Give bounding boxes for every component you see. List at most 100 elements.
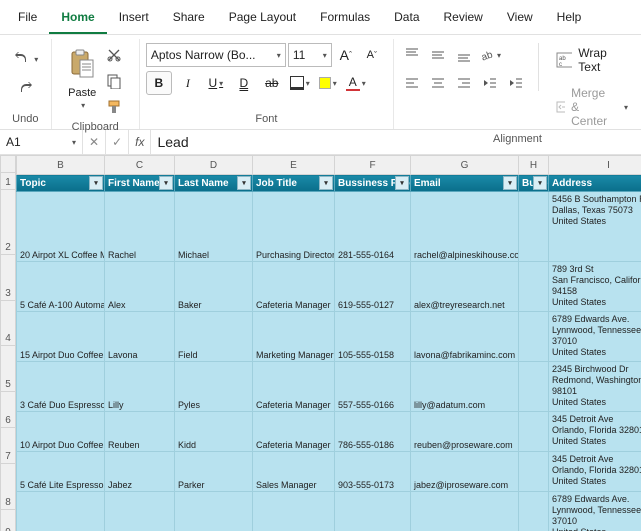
column-header[interactable]: H [519, 156, 549, 175]
table-header-cell[interactable]: Last Name▾ [175, 175, 253, 192]
cell[interactable]: 105-555-0158 [335, 312, 411, 362]
menu-page-layout[interactable]: Page Layout [217, 4, 308, 34]
cell[interactable]: Field [175, 312, 253, 362]
cell[interactable]: 786-555-0186 [335, 412, 411, 452]
italic-button[interactable]: I [176, 71, 200, 95]
cell[interactable]: Asher [175, 492, 253, 531]
row-header[interactable]: 4 [0, 301, 16, 347]
increase-indent-button[interactable] [504, 71, 528, 95]
filter-dropdown-icon[interactable]: ▾ [503, 176, 517, 190]
menu-formulas[interactable]: Formulas [308, 4, 382, 34]
cell[interactable]: Pyles [175, 362, 253, 412]
cell[interactable]: rachel@alpineskihouse.com [411, 192, 519, 262]
cell[interactable]: 5 Café A-100 Automatic [17, 262, 105, 312]
orientation-button[interactable]: ab▾ [478, 43, 502, 67]
cell[interactable]: Rachel [105, 192, 175, 262]
format-painter-button[interactable] [102, 95, 126, 119]
cell[interactable]: 789 3rd StSan Francisco, California94158… [549, 262, 641, 312]
cell[interactable]: Purchasing Director [253, 192, 335, 262]
merge-center-button[interactable]: Merge & Center ▾ [549, 83, 635, 131]
column-header[interactable]: F [335, 156, 411, 175]
menu-help[interactable]: Help [545, 4, 594, 34]
row-header[interactable]: 2 [0, 190, 16, 255]
column-header[interactable]: D [175, 156, 253, 175]
filter-dropdown-icon[interactable]: ▾ [89, 176, 103, 190]
enter-formula-button[interactable]: ✓ [106, 130, 129, 154]
cell[interactable] [519, 492, 549, 531]
font-name-select[interactable]: Aptos Narrow (Bo...▾ [146, 43, 286, 67]
align-bottom-button[interactable] [452, 43, 476, 67]
cell[interactable]: Michael [175, 192, 253, 262]
align-center-button[interactable] [426, 71, 450, 95]
cell[interactable]: Marketing Manager [253, 312, 335, 362]
cell[interactable]: 345 Detroit AveOrlando, Florida 32801Uni… [549, 412, 641, 452]
name-box[interactable]: A1▾ [0, 130, 83, 154]
cell[interactable]: Parker [175, 452, 253, 492]
cell[interactable] [519, 452, 549, 492]
menu-home[interactable]: Home [49, 4, 106, 34]
menu-data[interactable]: Data [382, 4, 431, 34]
cell[interactable]: 281-555-0164 [335, 192, 411, 262]
cell[interactable]: 557-555-0166 [335, 362, 411, 412]
cell[interactable]: Cafeteria Manager [253, 362, 335, 412]
shrink-font-button[interactable]: Aˇ [360, 43, 384, 67]
cell[interactable]: Lilly [105, 362, 175, 412]
redo-button[interactable] [11, 77, 39, 101]
align-top-button[interactable] [400, 43, 424, 67]
menu-file[interactable]: File [6, 4, 49, 34]
menu-view[interactable]: View [495, 4, 545, 34]
copy-button[interactable] [102, 69, 126, 93]
cell[interactable]: winford@fabrikaminc.com [411, 492, 519, 531]
cell[interactable] [519, 192, 549, 262]
fill-color-button[interactable]: ▾ [316, 71, 340, 95]
row-header[interactable]: 9 [0, 510, 16, 531]
cell[interactable]: Cafeteria Manager [253, 262, 335, 312]
cell[interactable]: Cafeteria Manager [253, 492, 335, 531]
menu-review[interactable]: Review [432, 4, 495, 34]
table-header-cell[interactable]: Topic▾ [17, 175, 105, 192]
cell[interactable]: 2345 Birchwood DrRedmond, Washington9810… [549, 362, 641, 412]
formula-input[interactable]: Lead [151, 130, 641, 154]
table-header-cell[interactable]: Email▾ [411, 175, 519, 192]
cell[interactable]: 619-555-0127 [335, 262, 411, 312]
cell[interactable]: lavona@fabrikaminc.com [411, 312, 519, 362]
cell[interactable] [519, 362, 549, 412]
cancel-formula-button[interactable]: ✕ [83, 130, 106, 154]
cut-button[interactable] [102, 43, 126, 67]
align-left-button[interactable] [400, 71, 424, 95]
table-header-cell[interactable]: Address▾ [549, 175, 641, 192]
column-header[interactable]: B [17, 156, 105, 175]
cell[interactable]: Reuben [105, 412, 175, 452]
cell[interactable]: Sales Manager [253, 452, 335, 492]
underline-button[interactable]: U▾ [204, 71, 228, 95]
cell[interactable]: reuben@proseware.com [411, 412, 519, 452]
paste-button[interactable] [64, 43, 100, 85]
cell[interactable]: 20 Airpot XL Coffee Makers f [17, 192, 105, 262]
cell[interactable]: 6789 Edwards Ave.Lynnwood, Tennessee 370… [549, 492, 641, 531]
column-header[interactable]: G [411, 156, 519, 175]
double-underline-button[interactable]: D [232, 71, 256, 95]
row-header[interactable]: 1 [0, 173, 16, 190]
cell[interactable]: Kidd [175, 412, 253, 452]
row-header[interactable]: 6 [0, 392, 16, 428]
filter-dropdown-icon[interactable]: ▾ [395, 176, 409, 190]
cell[interactable]: lilly@adatum.com [411, 362, 519, 412]
cell[interactable]: Jabez [105, 452, 175, 492]
borders-button[interactable]: ▾ [288, 71, 312, 95]
cell[interactable] [519, 312, 549, 362]
menu-insert[interactable]: Insert [107, 4, 161, 34]
cell[interactable]: alex@treyresearch.net [411, 262, 519, 312]
row-header[interactable]: 5 [0, 346, 16, 392]
cell[interactable]: Baker [175, 262, 253, 312]
bold-button[interactable]: B [146, 71, 172, 95]
strikethrough-button[interactable]: ab [260, 71, 284, 95]
table-header-cell[interactable]: Budget▾ [519, 175, 549, 192]
font-size-select[interactable]: 11▾ [288, 43, 332, 67]
cell[interactable]: 5 Café Lite Espresso Machin [17, 452, 105, 492]
cell[interactable] [519, 412, 549, 452]
filter-dropdown-icon[interactable]: ▾ [237, 176, 251, 190]
menu-share[interactable]: Share [161, 4, 217, 34]
cell[interactable]: Cafeteria Manager [253, 412, 335, 452]
cell[interactable]: 10 Airpot Duo Coffee Maker: [17, 412, 105, 452]
cell[interactable]: 15 Airpot Duo Coffee Maker: [17, 312, 105, 362]
